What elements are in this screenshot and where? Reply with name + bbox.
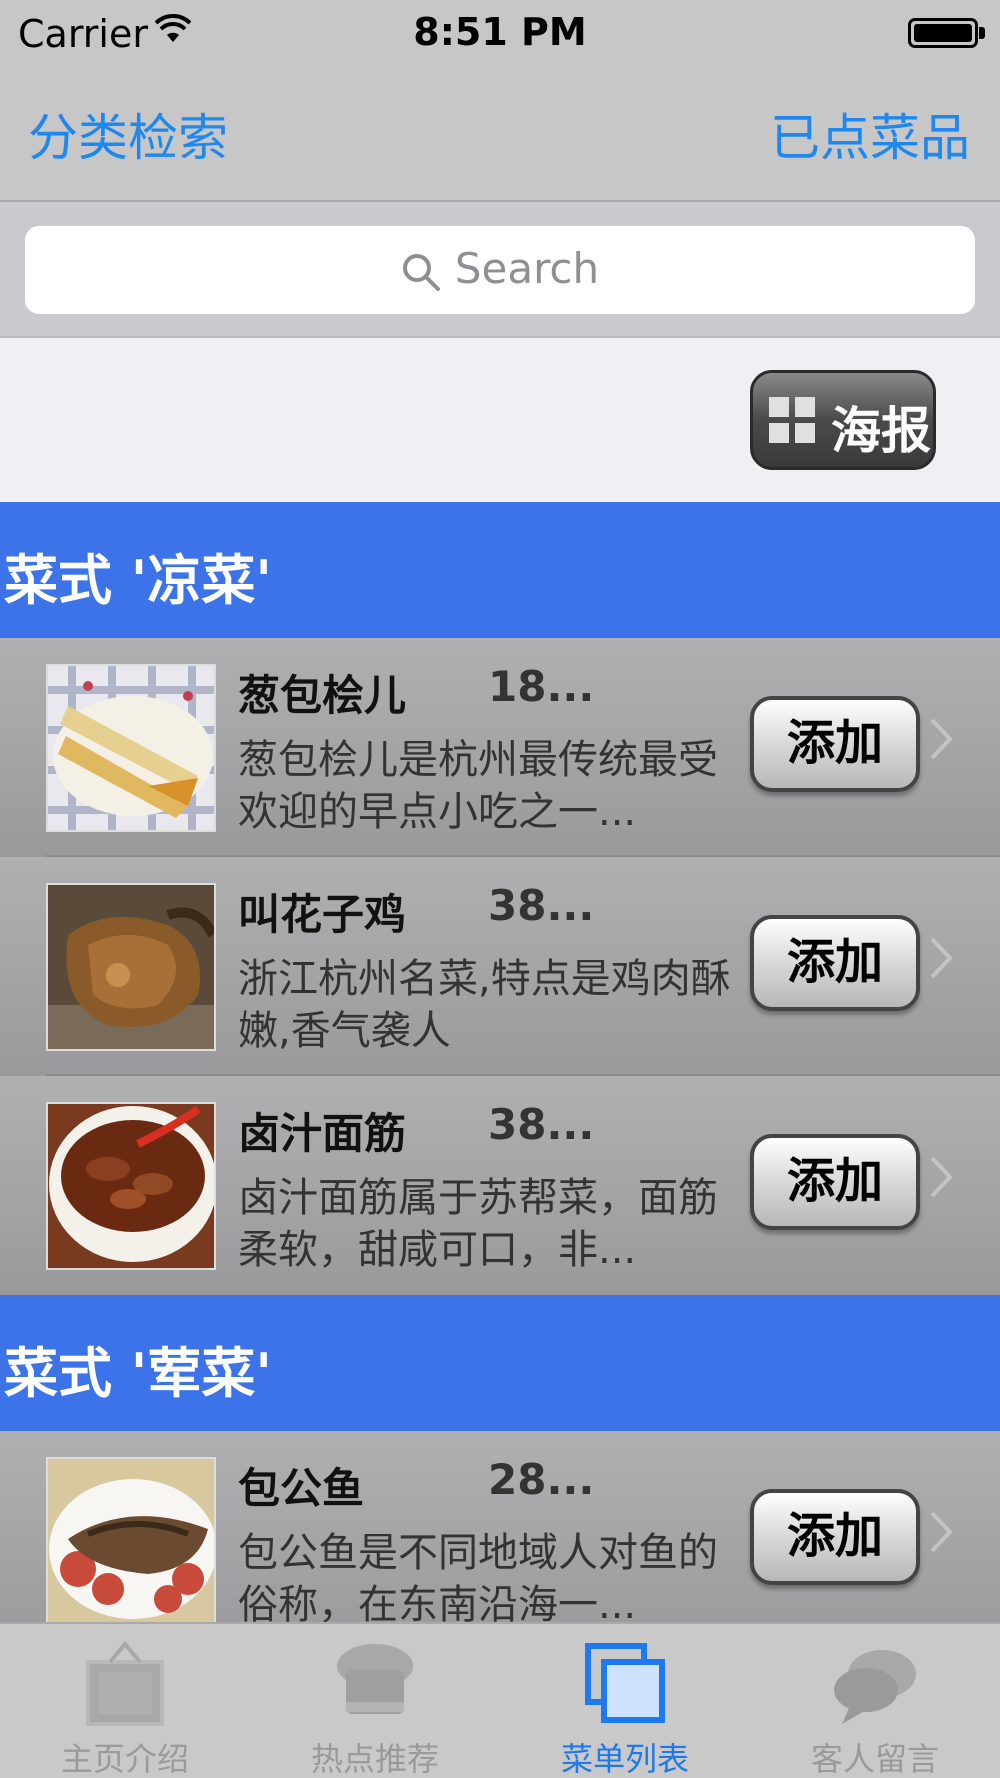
tab-hot-recommend[interactable]: 热点推荐 <box>250 1624 500 1778</box>
chat-bubbles-icon <box>834 1650 916 1724</box>
dish-price: 18... <box>488 662 595 711</box>
tab-home-intro[interactable]: 主页介绍 <box>0 1624 250 1778</box>
tab-guest-messages[interactable]: 客人留言 <box>750 1624 1000 1778</box>
tab-bar: 主页介绍 热点推荐 菜单列表 客人留言 <box>0 1622 1000 1778</box>
search-placeholder: Search <box>454 244 600 293</box>
ordered-dishes-button[interactable]: 已点菜品 <box>770 98 970 170</box>
search-input[interactable]: Search <box>25 226 975 314</box>
dish-image <box>46 1102 216 1270</box>
chevron-right-icon <box>930 1511 953 1553</box>
dish-image <box>46 883 216 1051</box>
dish-description: 浙江杭州名菜,特点是鸡肉酥嫩,香气袭人 <box>238 956 731 1054</box>
poster-button[interactable]: 海报 <box>750 370 936 470</box>
dish-image <box>46 664 216 832</box>
status-bar: Carrier 8:51 PM <box>0 0 1000 68</box>
list-item[interactable]: 包公鱼 28... 包公鱼是不同地域人对鱼的俗称，在东南沿海一... 添加 <box>0 1431 1000 1622</box>
navigation-bar: 分类检索 已点菜品 <box>0 68 1000 202</box>
chevron-right-icon <box>930 718 953 760</box>
poster-label: 海报 <box>831 402 931 460</box>
home-bag-icon <box>86 1640 164 1726</box>
section-header: 菜式 '凉菜' <box>0 502 1000 638</box>
dish-name: 葱包桧儿 <box>238 671 407 720</box>
add-button[interactable]: 添加 <box>750 1489 920 1585</box>
dish-name: 叫花子鸡 <box>238 890 407 939</box>
add-button[interactable]: 添加 <box>750 696 920 792</box>
dish-price: 28... <box>488 1455 595 1504</box>
tab-label: 热点推荐 <box>310 1740 439 1778</box>
tab-label: 客人留言 <box>810 1740 939 1778</box>
list-item[interactable]: 卤汁面筋 38... 卤汁面筋属于苏帮菜，面筋柔软，甜咸可口，非... 添加 <box>0 1076 1000 1295</box>
search-icon <box>402 253 440 291</box>
add-button[interactable]: 添加 <box>750 1134 920 1230</box>
list-item[interactable]: 叫花子鸡 38... 浙江杭州名菜,特点是鸡肉酥嫩,香气袭人 添加 <box>0 857 1000 1076</box>
menu-list-icon <box>585 1643 665 1723</box>
category-search-button[interactable]: 分类检索 <box>28 98 228 170</box>
battery-icon <box>908 18 978 48</box>
dish-price: 38... <box>488 1100 595 1149</box>
chef-hat-icon <box>337 1644 413 1714</box>
tab-label: 菜单列表 <box>560 1740 689 1778</box>
section-header: 菜式 '荤菜' <box>0 1295 1000 1431</box>
status-time: 8:51 PM <box>413 10 587 54</box>
search-bar: Search <box>0 202 1000 338</box>
add-button[interactable]: 添加 <box>750 915 920 1011</box>
menu-list[interactable]: 菜式 '凉菜' 葱包桧儿 18... 葱包桧儿是杭州最传统最受欢迎的早点小吃之一… <box>0 502 1000 1622</box>
tab-menu-list[interactable]: 菜单列表 <box>500 1624 750 1778</box>
dish-description: 卤汁面筋属于苏帮菜，面筋柔软，甜咸可口，非... <box>238 1175 718 1273</box>
chevron-right-icon <box>930 937 953 979</box>
dish-description: 葱包桧儿是杭州最传统最受欢迎的早点小吃之一... <box>238 737 718 835</box>
list-item[interactable]: 葱包桧儿 18... 葱包桧儿是杭州最传统最受欢迎的早点小吃之一... 添加 <box>0 638 1000 857</box>
battery-tip <box>979 27 985 39</box>
dish-image <box>46 1457 216 1622</box>
tab-label: 主页介绍 <box>60 1740 189 1778</box>
chevron-right-icon <box>930 1156 953 1198</box>
toolbar-area: 海报 <box>0 338 1000 502</box>
dish-description: 包公鱼是不同地域人对鱼的俗称，在东南沿海一... <box>238 1530 718 1622</box>
dish-price: 38... <box>488 881 595 930</box>
grid-icon <box>769 397 817 445</box>
dish-name: 卤汁面筋 <box>238 1109 407 1158</box>
dish-name: 包公鱼 <box>238 1464 365 1513</box>
